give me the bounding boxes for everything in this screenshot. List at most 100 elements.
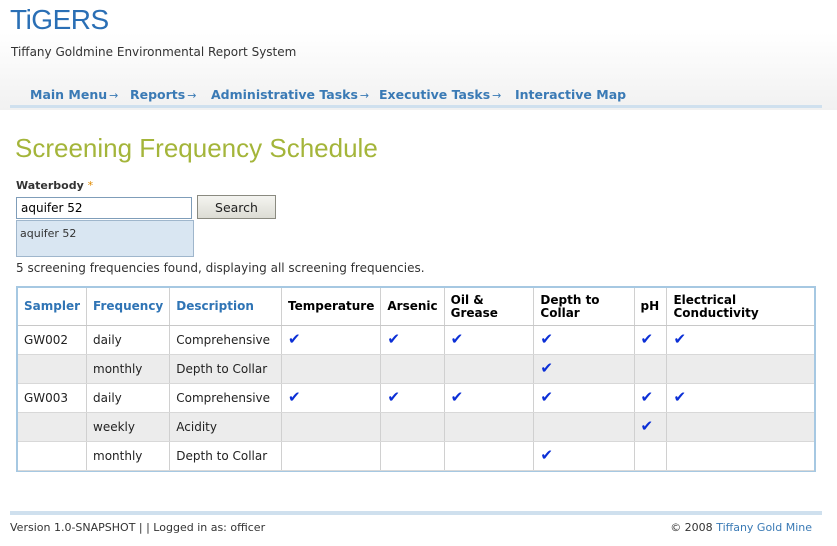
cell-sampler (18, 441, 88, 471)
footer-version: Version 1.0-SNAPSHOT | | Logged in as: o… (10, 521, 266, 534)
cell-description: Depth to Collar (169, 441, 283, 471)
cell-check: ✔ (533, 325, 635, 355)
column-header-oil-grease-line1: Oil & (450, 293, 484, 307)
waterbody-label: Waterbody * (16, 179, 93, 192)
arrow-right-icon: → (187, 89, 197, 102)
checkmark-icon: ✔ (540, 388, 553, 406)
app-subtitle: Tiffany Goldmine Environmental Report Sy… (11, 45, 297, 59)
column-header-oil-grease-line2: Grease (450, 306, 498, 320)
checkmark-icon: ✔ (288, 388, 301, 406)
arrow-right-icon: → (492, 89, 502, 102)
checkmark-icon: ✔ (673, 388, 687, 406)
column-header-ph: pH (634, 288, 668, 326)
nav-administrative-tasks-label: Administrative Tasks (211, 87, 358, 102)
cell-check: ✔ (380, 325, 445, 355)
column-header-description[interactable]: Description (169, 288, 283, 326)
main-nav: Main Menu → Reports → Administrative Tasks… (10, 86, 822, 108)
column-header-depth-line1: Depth to (540, 293, 600, 307)
cell-frequency: monthly (86, 354, 171, 384)
cell-check: ✔ (634, 412, 668, 442)
cell-check (281, 441, 382, 471)
cell-check (666, 412, 814, 442)
nav-reports[interactable]: Reports → (130, 87, 196, 102)
column-header-arsenic: Arsenic (380, 288, 445, 326)
column-header-sampler[interactable]: Sampler (18, 288, 88, 326)
column-header-depth-line2: Collar (540, 306, 580, 320)
checkmark-icon: ✔ (540, 330, 553, 348)
nav-reports-label: Reports (130, 87, 186, 102)
nav-main-menu[interactable]: Main Menu → (30, 87, 118, 102)
arrow-right-icon: → (359, 89, 370, 102)
cell-check: ✔ (666, 325, 814, 355)
column-header-ec-line1: Electrical (673, 293, 737, 307)
checkmark-icon: ✔ (540, 359, 553, 377)
cell-check (666, 441, 814, 471)
cell-check (444, 354, 535, 384)
cell-sampler: GW003 (18, 383, 88, 413)
waterbody-search-input[interactable] (16, 197, 192, 219)
checkmark-icon: ✔ (540, 446, 553, 464)
cell-check (380, 441, 445, 471)
required-mark: * (87, 179, 94, 192)
checkmark-icon: ✔ (387, 388, 400, 406)
cell-check: ✔ (281, 325, 382, 355)
nav-executive-tasks[interactable]: Executive Tasks → (379, 87, 501, 102)
cell-check (533, 412, 635, 442)
table-row: monthly Depth to Collar ✔ (18, 354, 814, 384)
nav-interactive-map[interactable]: Interactive Map (515, 87, 626, 102)
copyright-text: © 2008 (670, 521, 713, 534)
autocomplete-dropdown: aquifer 52 (16, 220, 194, 257)
frequency-table: Sampler Frequency Description Temperatur… (18, 288, 814, 471)
table-row: monthly Depth to Collar ✔ (18, 441, 814, 471)
frequency-table-container: Sampler Frequency Description Temperatur… (16, 286, 816, 472)
cell-check (634, 441, 668, 471)
page-title: Screening Frequency Schedule (15, 133, 378, 163)
cell-frequency: weekly (86, 412, 171, 442)
cell-description: Acidity (169, 412, 283, 442)
cell-check: ✔ (634, 383, 668, 413)
app-logo[interactable]: TiGERS (10, 4, 109, 36)
table-row: GW002 daily Comprehensive ✔ ✔ ✔ ✔ ✔ ✔ (18, 325, 814, 355)
autocomplete-option[interactable]: aquifer 52 (20, 227, 76, 240)
company-link[interactable]: Tiffany Gold Mine (716, 521, 812, 534)
cell-check (666, 354, 814, 384)
column-header-depth-to-collar: Depth to Collar (533, 288, 635, 326)
checkmark-icon: ✔ (640, 417, 654, 435)
cell-frequency: monthly (86, 441, 171, 471)
cell-frequency: daily (86, 325, 171, 355)
cell-description: Depth to Collar (169, 354, 283, 384)
checkmark-icon: ✔ (288, 330, 301, 348)
nav-interactive-map-label: Interactive Map (515, 87, 627, 102)
table-row: GW003 daily Comprehensive ✔ ✔ ✔ ✔ ✔ ✔ (18, 383, 814, 413)
results-message: 5 screening frequencies found, displayin… (16, 261, 425, 275)
cell-check: ✔ (634, 325, 668, 355)
search-button[interactable]: Search (197, 195, 276, 219)
cell-frequency: daily (86, 383, 171, 413)
cell-check: ✔ (444, 383, 535, 413)
cell-check (380, 354, 445, 384)
table-row: weekly Acidity ✔ (18, 412, 814, 442)
cell-check (444, 441, 535, 471)
nav-administrative-tasks[interactable]: Administrative Tasks → (211, 87, 369, 102)
cell-sampler (18, 354, 88, 384)
nav-main-menu-label: Main Menu (30, 87, 108, 102)
column-header-frequency[interactable]: Frequency (86, 288, 171, 326)
column-header-electrical-conductivity: Electrical Conductivity (666, 288, 814, 326)
cell-check (281, 354, 382, 384)
column-header-oil-grease: Oil & Grease (444, 288, 535, 326)
footer-divider (10, 511, 822, 515)
arrow-right-icon: → (109, 89, 119, 102)
checkmark-icon: ✔ (387, 330, 400, 348)
cell-check: ✔ (533, 441, 635, 471)
footer-copyright: © 2008 Tiffany Gold Mine (670, 521, 812, 534)
cell-description: Comprehensive (169, 383, 283, 413)
cell-check: ✔ (533, 383, 635, 413)
cell-description: Comprehensive (169, 325, 283, 355)
cell-check: ✔ (444, 325, 535, 355)
checkmark-icon: ✔ (673, 330, 687, 348)
checkmark-icon: ✔ (640, 388, 654, 406)
nav-executive-tasks-label: Executive Tasks (379, 87, 491, 102)
cell-check (634, 354, 668, 384)
cell-check: ✔ (533, 354, 635, 384)
column-header-ec-line2: Conductivity (673, 306, 759, 320)
